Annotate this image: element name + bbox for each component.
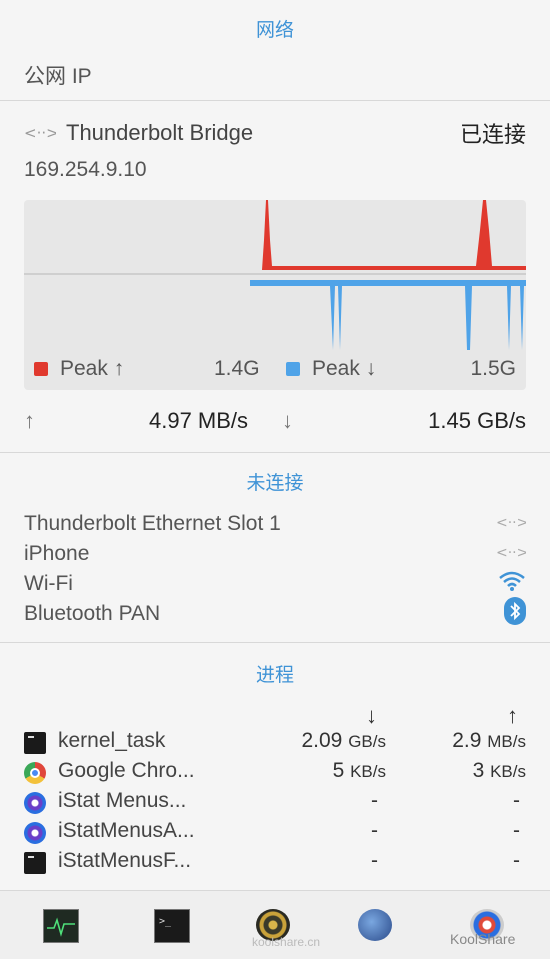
process-up-value: -	[513, 849, 520, 872]
public-ip-label: 公网 IP	[24, 65, 92, 88]
download-speed: 1.45 GB/s	[428, 408, 526, 433]
process-up-header-icon: ↑	[507, 703, 518, 728]
process-row[interactable]: iStatMenusA... - -	[24, 819, 526, 847]
process-up: -	[513, 849, 520, 873]
speed-row: ↑ 4.97 MB/s ↓ 1.45 GB/s	[24, 408, 526, 438]
wifi-icon	[498, 570, 526, 598]
net-item-label: Wi-Fi	[24, 572, 73, 595]
process-row[interactable]: Google Chro... 5 KB/s 3 KB/s	[24, 759, 526, 787]
process-down-value: -	[371, 849, 378, 872]
divider	[0, 642, 550, 643]
process-up: 2.9 MB/s	[452, 729, 526, 753]
svg-text:>_: >_	[159, 916, 172, 927]
ethernet-icon: <··>	[496, 542, 528, 566]
watermark-brand: KoolShare	[450, 931, 516, 947]
svg-text:<··>: <··>	[496, 545, 526, 560]
divider	[0, 452, 550, 453]
process-down-value: 5	[332, 759, 345, 782]
svg-text:<··>: <··>	[496, 515, 526, 530]
process-up-value: -	[513, 819, 520, 842]
network-section-title: 网络	[255, 20, 294, 41]
process-row[interactable]: iStatMenusF... - -	[24, 849, 526, 877]
process-up: 3 KB/s	[473, 759, 526, 783]
terminal-icon	[24, 732, 46, 754]
process-name: iStatMenusA...	[58, 819, 195, 842]
graph-legend: Peak ↑ 1.4G Peak ↓ 1.5G	[34, 357, 516, 383]
upload-swatch	[34, 362, 48, 376]
watermark-site: koolshare.cn	[252, 935, 321, 949]
bottom-toolbar: >_ koolshare.cn KoolShare	[0, 890, 550, 959]
process-down-header-icon: ↓	[366, 703, 377, 728]
process-down-unit: KB/s	[350, 762, 386, 781]
net-item-iphone[interactable]: iPhone <··>	[24, 540, 528, 568]
upload-speed: 4.97 MB/s	[149, 408, 249, 433]
process-row[interactable]: kernel_task 2.09 GB/s 2.9 MB/s	[24, 729, 526, 757]
process-up-unit: MB/s	[487, 732, 526, 751]
upload-arrow-icon: ↑	[24, 408, 35, 433]
net-item-wifi[interactable]: Wi-Fi	[24, 570, 526, 598]
terminal-icon	[24, 852, 46, 874]
upload-series	[250, 200, 526, 270]
process-name: iStatMenusF...	[58, 849, 192, 872]
download-series	[250, 280, 526, 350]
process-up-value: -	[513, 789, 520, 812]
download-peak-label: Peak ↓	[312, 357, 377, 380]
istat-icon	[24, 822, 46, 844]
download-arrow-icon: ↓	[282, 408, 293, 433]
process-up-value: 3	[472, 759, 485, 782]
ethernet-icon: <··>	[24, 123, 59, 143]
process-up: -	[513, 819, 520, 843]
istat-icon	[24, 792, 46, 814]
net-item-label: iPhone	[24, 542, 90, 565]
process-down: 2.09 GB/s	[301, 729, 386, 753]
net-item-thunderbolt-ethernet[interactable]: Thunderbolt Ethernet Slot 1 <··>	[24, 510, 528, 538]
ethernet-icon: <··>	[496, 512, 528, 536]
processes-section-title: 进程	[255, 665, 294, 686]
process-down: -	[371, 819, 378, 843]
interface-name: Thunderbolt Bridge	[66, 120, 254, 145]
bluetooth-icon	[504, 597, 526, 631]
traffic-graph: Peak ↑ 1.4G Peak ↓ 1.5G	[24, 200, 526, 390]
terminal-icon: >_	[159, 916, 172, 927]
svg-text:<··>: <··>	[24, 124, 56, 142]
net-item-label: Thunderbolt Ethernet Slot 1	[24, 512, 281, 535]
terminal-button[interactable]: >_	[154, 909, 190, 943]
interface-header[interactable]: <··> Thunderbolt Bridge 已连接	[24, 118, 526, 148]
upload-peak-label: Peak ↑	[60, 357, 125, 380]
process-down-value: -	[371, 789, 378, 812]
process-down-unit: GB/s	[348, 732, 386, 751]
chrome-icon	[24, 762, 46, 784]
process-down: 5 KB/s	[333, 759, 386, 783]
process-down-value: -	[371, 819, 378, 842]
net-item-label: Bluetooth PAN	[24, 602, 161, 625]
process-up-value: 2.9	[452, 729, 482, 752]
interface-status: 已连接	[459, 122, 526, 147]
process-down: -	[371, 789, 378, 813]
download-peak-value: 1.5G	[470, 357, 516, 380]
disconnected-section-title: 未连接	[246, 473, 304, 494]
process-up-unit: KB/s	[490, 762, 526, 781]
divider	[0, 100, 550, 101]
process-row[interactable]: iStat Menus... - -	[24, 789, 526, 817]
network-utility-button[interactable]	[358, 909, 392, 941]
process-down-value: 2.09	[301, 729, 343, 752]
activity-monitor-icon	[47, 917, 75, 937]
activity-monitor-button[interactable]	[43, 909, 79, 943]
process-name: kernel_task	[58, 729, 166, 752]
process-down: -	[371, 849, 378, 873]
interface-ip: 169.254.9.10	[24, 158, 147, 181]
net-item-bluetooth-pan[interactable]: Bluetooth PAN	[24, 597, 526, 631]
download-swatch	[286, 362, 300, 376]
process-up: -	[513, 789, 520, 813]
upload-peak-value: 1.4G	[214, 357, 260, 380]
process-name: Google Chro...	[58, 759, 195, 782]
process-name: iStat Menus...	[58, 789, 187, 812]
